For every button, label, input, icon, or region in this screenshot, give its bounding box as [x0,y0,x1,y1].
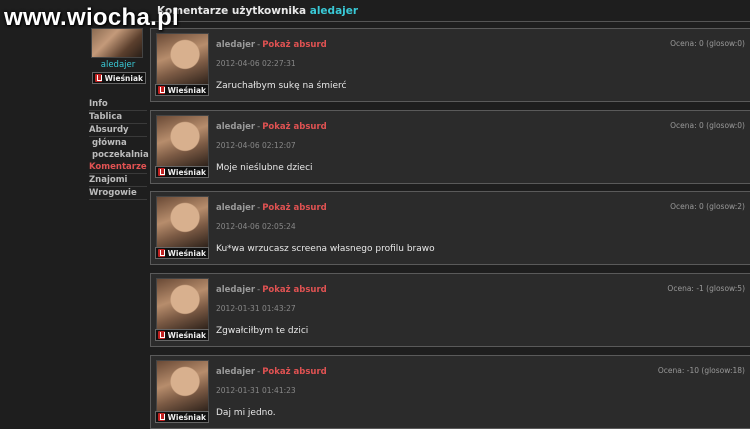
comment-rating: Ocena: -10 (glosow:18) [657,366,745,375]
comment-author[interactable]: aledajer [216,40,255,50]
page-title-prefix: Komentarze użytkownika [157,5,307,17]
comment-date: 2012-01-31 01:41:23 [216,386,296,395]
rank-icon [158,413,165,421]
comment-text: Ku*wa wrzucasz screena własnego profilu … [216,244,435,254]
profile-nav: Info Tablica Absurdy główna poczekalnia Komen… [89,98,149,200]
comment-header: aledajer - Pokaż absurd [216,285,327,295]
comment-date: 2012-01-31 01:43:27 [216,304,296,313]
rank-label: Wieśniak [104,73,143,83]
page-title: Komentarze użytkownika aledajer [157,5,358,17]
rank-icon [158,331,165,339]
comment-text: Daj mi jedno. [216,408,276,418]
comment-separator: - [257,122,261,132]
comment-rank-label: Wieśniak [167,85,206,95]
comment-separator: - [257,40,261,50]
sidebar-item-znajomi[interactable]: Znajomi [89,174,147,187]
comment-author[interactable]: aledajer [216,367,255,377]
sidebar-item-poczekalnia[interactable]: poczekalnia [89,149,149,161]
comment-rank-badge: Wieśniak [155,411,209,423]
comment-separator: - [257,203,261,213]
sidebar-item-wrogowie[interactable]: Wrogowie [89,187,147,200]
rank-icon [158,86,165,94]
comment-separator: - [257,367,261,377]
show-absurd-link[interactable]: Pokaż absurd [262,285,327,295]
comment-text: Zgwałciłbym te dzici [216,326,309,336]
rank-icon [158,249,165,257]
comment-avatar[interactable] [156,33,209,86]
page-header: Komentarze użytkownika aledajer [150,0,750,22]
comment-rating: Ocena: 0 (glosow:0) [670,39,745,48]
comment-date: 2012-04-06 02:27:31 [216,59,296,68]
sidebar-item-info[interactable]: Info [89,98,147,111]
comment-rating: Ocena: -1 (glosow:5) [667,284,745,293]
rank-badge: Wieśniak [92,72,146,84]
comment-rank-badge: Wieśniak [155,84,209,96]
show-absurd-link[interactable]: Pokaż absurd [262,367,327,377]
comment-rank-badge: Wieśniak [155,247,209,259]
comment-header: aledajer - Pokaż absurd [216,367,327,377]
comment-card: Wieśniak aledajer - Pokaż absurd 2012-04-06 … [150,191,750,265]
sidebar-item-g-wna[interactable]: główna [89,137,147,149]
comment-rank-badge: Wieśniak [155,329,209,341]
sidebar-item-tablica[interactable]: Tablica [89,111,147,124]
comment-card: Wieśniak aledajer - Pokaż absurd 2012-04-06 … [150,110,750,184]
comment-rank-badge: Wieśniak [155,166,209,178]
page-title-username[interactable]: aledajer [310,5,358,17]
comment-header: aledajer - Pokaż absurd [216,203,327,213]
comment-card: Wieśniak aledajer - Pokaż absurd 2012-01-31 … [150,273,750,347]
show-absurd-link[interactable]: Pokaż absurd [262,122,327,132]
comment-avatar[interactable] [156,115,209,168]
comment-rating: Ocena: 0 (glosow:2) [670,202,745,211]
profile-username[interactable]: aledajer [89,60,147,70]
comment-avatar[interactable] [156,360,209,413]
comment-avatar[interactable] [156,278,209,331]
rank-icon [158,168,165,176]
comment-date: 2012-04-06 02:12:07 [216,141,296,150]
comment-author[interactable]: aledajer [216,203,255,213]
comment-text: Moje nieślubne dzieci [216,163,313,173]
comment-card: Wieśniak aledajer - Pokaż absurd 2012-04-06 … [150,28,750,102]
show-absurd-link[interactable]: Pokaż absurd [262,40,327,50]
comment-avatar[interactable] [156,196,209,249]
comment-author[interactable]: aledajer [216,122,255,132]
comment-separator: - [257,285,261,295]
comment-rank-label: Wieśniak [167,167,206,177]
comment-date: 2012-04-06 02:05:24 [216,222,296,231]
comment-rank-label: Wieśniak [167,248,206,258]
comment-rating: Ocena: 0 (glosow:0) [670,121,745,130]
comment-rank-label: Wieśniak [167,412,206,422]
comment-header: aledajer - Pokaż absurd [216,40,327,50]
site-watermark: www.wiocha.pl [4,4,180,31]
sidebar-item-absurdy[interactable]: Absurdy [89,124,147,137]
sidebar-item-komentarze[interactable]: Komentarze [89,161,147,174]
profile-sidebar: aledajer Wieśniak Info Tablica Absurdy głów… [89,28,149,200]
comment-card: Wieśniak aledajer - Pokaż absurd 2012-01-31 … [150,355,750,429]
comment-header: aledajer - Pokaż absurd [216,122,327,132]
rank-icon [95,74,102,82]
comment-rank-label: Wieśniak [167,330,206,340]
comment-author[interactable]: aledajer [216,285,255,295]
profile-avatar[interactable] [91,28,143,58]
comment-text: Zaruchałbym sukę na śmierć [216,81,347,91]
show-absurd-link[interactable]: Pokaż absurd [262,203,327,213]
